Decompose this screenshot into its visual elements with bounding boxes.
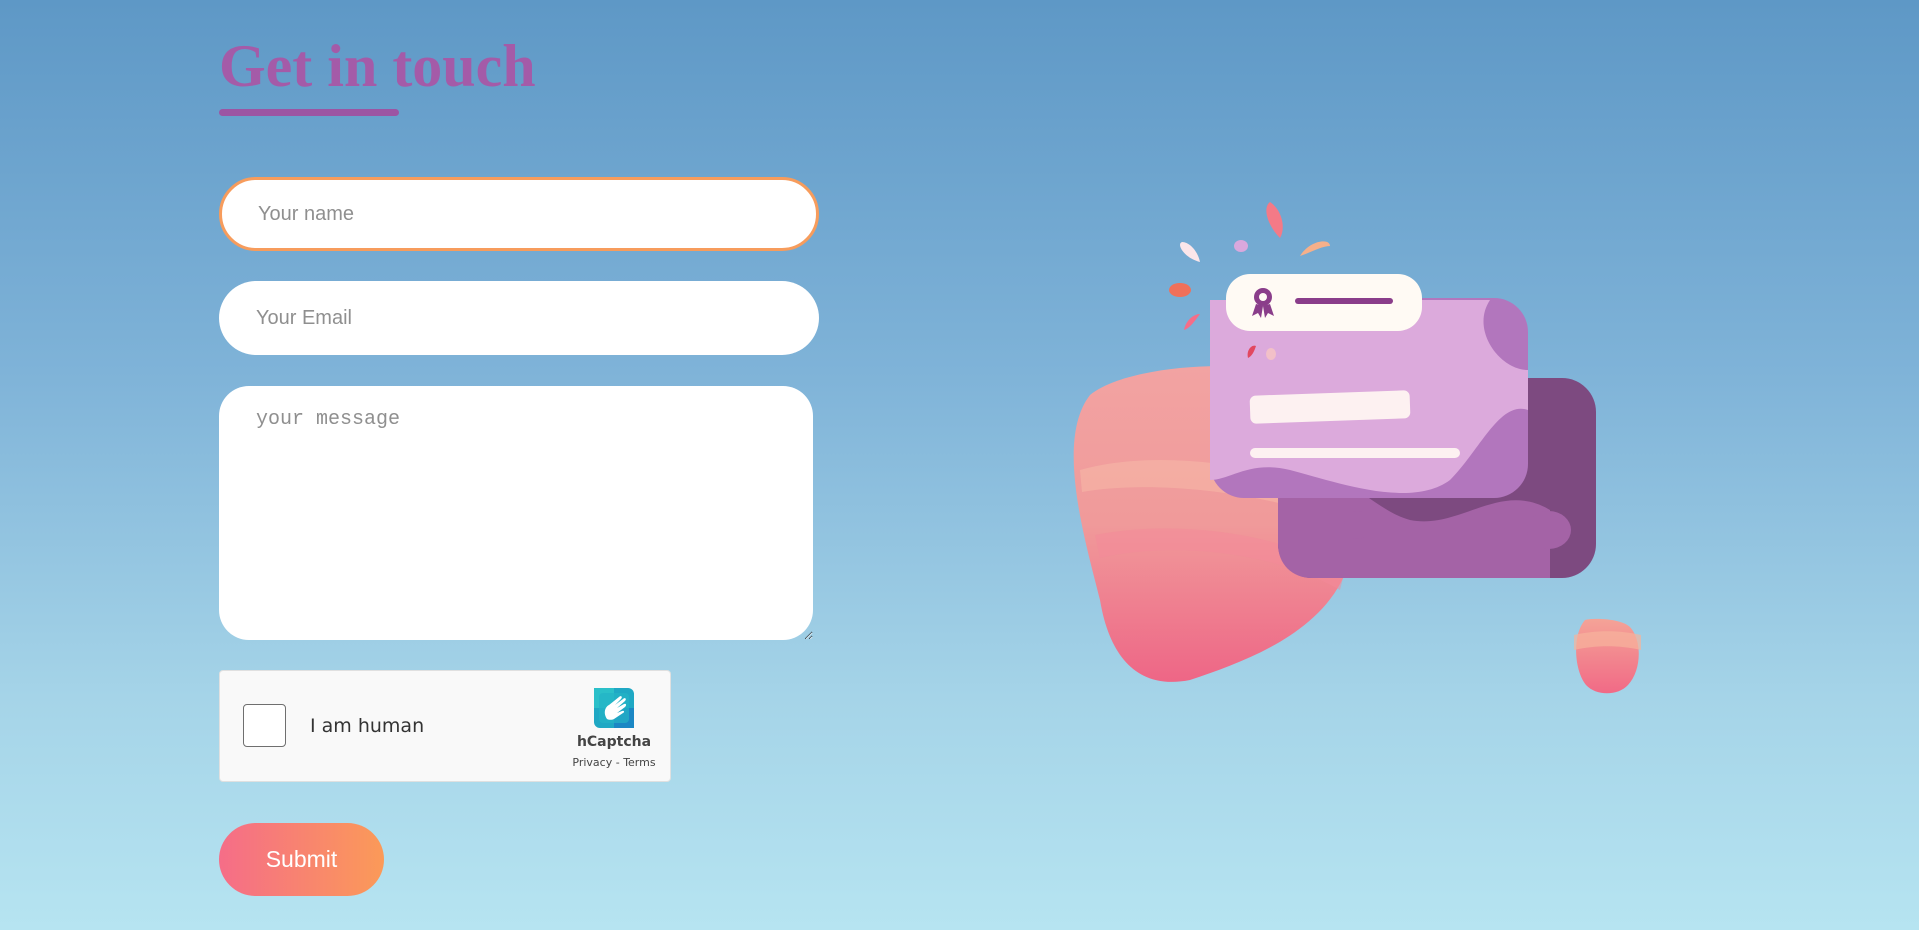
contact-illustration: [1073, 202, 1641, 694]
small-pink-blob-shape: [1574, 618, 1641, 694]
captcha-checkbox[interactable]: [243, 704, 286, 747]
award-ribbon-icon: [1226, 274, 1422, 331]
captcha-label: I am human: [310, 715, 425, 737]
terms-link[interactable]: Terms: [623, 756, 655, 769]
email-input[interactable]: [219, 281, 819, 355]
hand-icon: [594, 688, 634, 728]
submit-button[interactable]: Submit: [219, 823, 384, 896]
message-textarea[interactable]: [219, 386, 813, 640]
link-separator: -: [612, 756, 624, 769]
captcha-brand: hCaptcha: [576, 734, 652, 750]
captcha-widget: I am human hCaptcha Privacy - Terms: [219, 670, 671, 782]
page-title: Get in touch: [219, 33, 536, 99]
privacy-link[interactable]: Privacy: [572, 756, 612, 769]
name-input[interactable]: [219, 177, 819, 251]
title-underline: [219, 109, 399, 116]
captcha-links: Privacy - Terms: [550, 756, 678, 769]
